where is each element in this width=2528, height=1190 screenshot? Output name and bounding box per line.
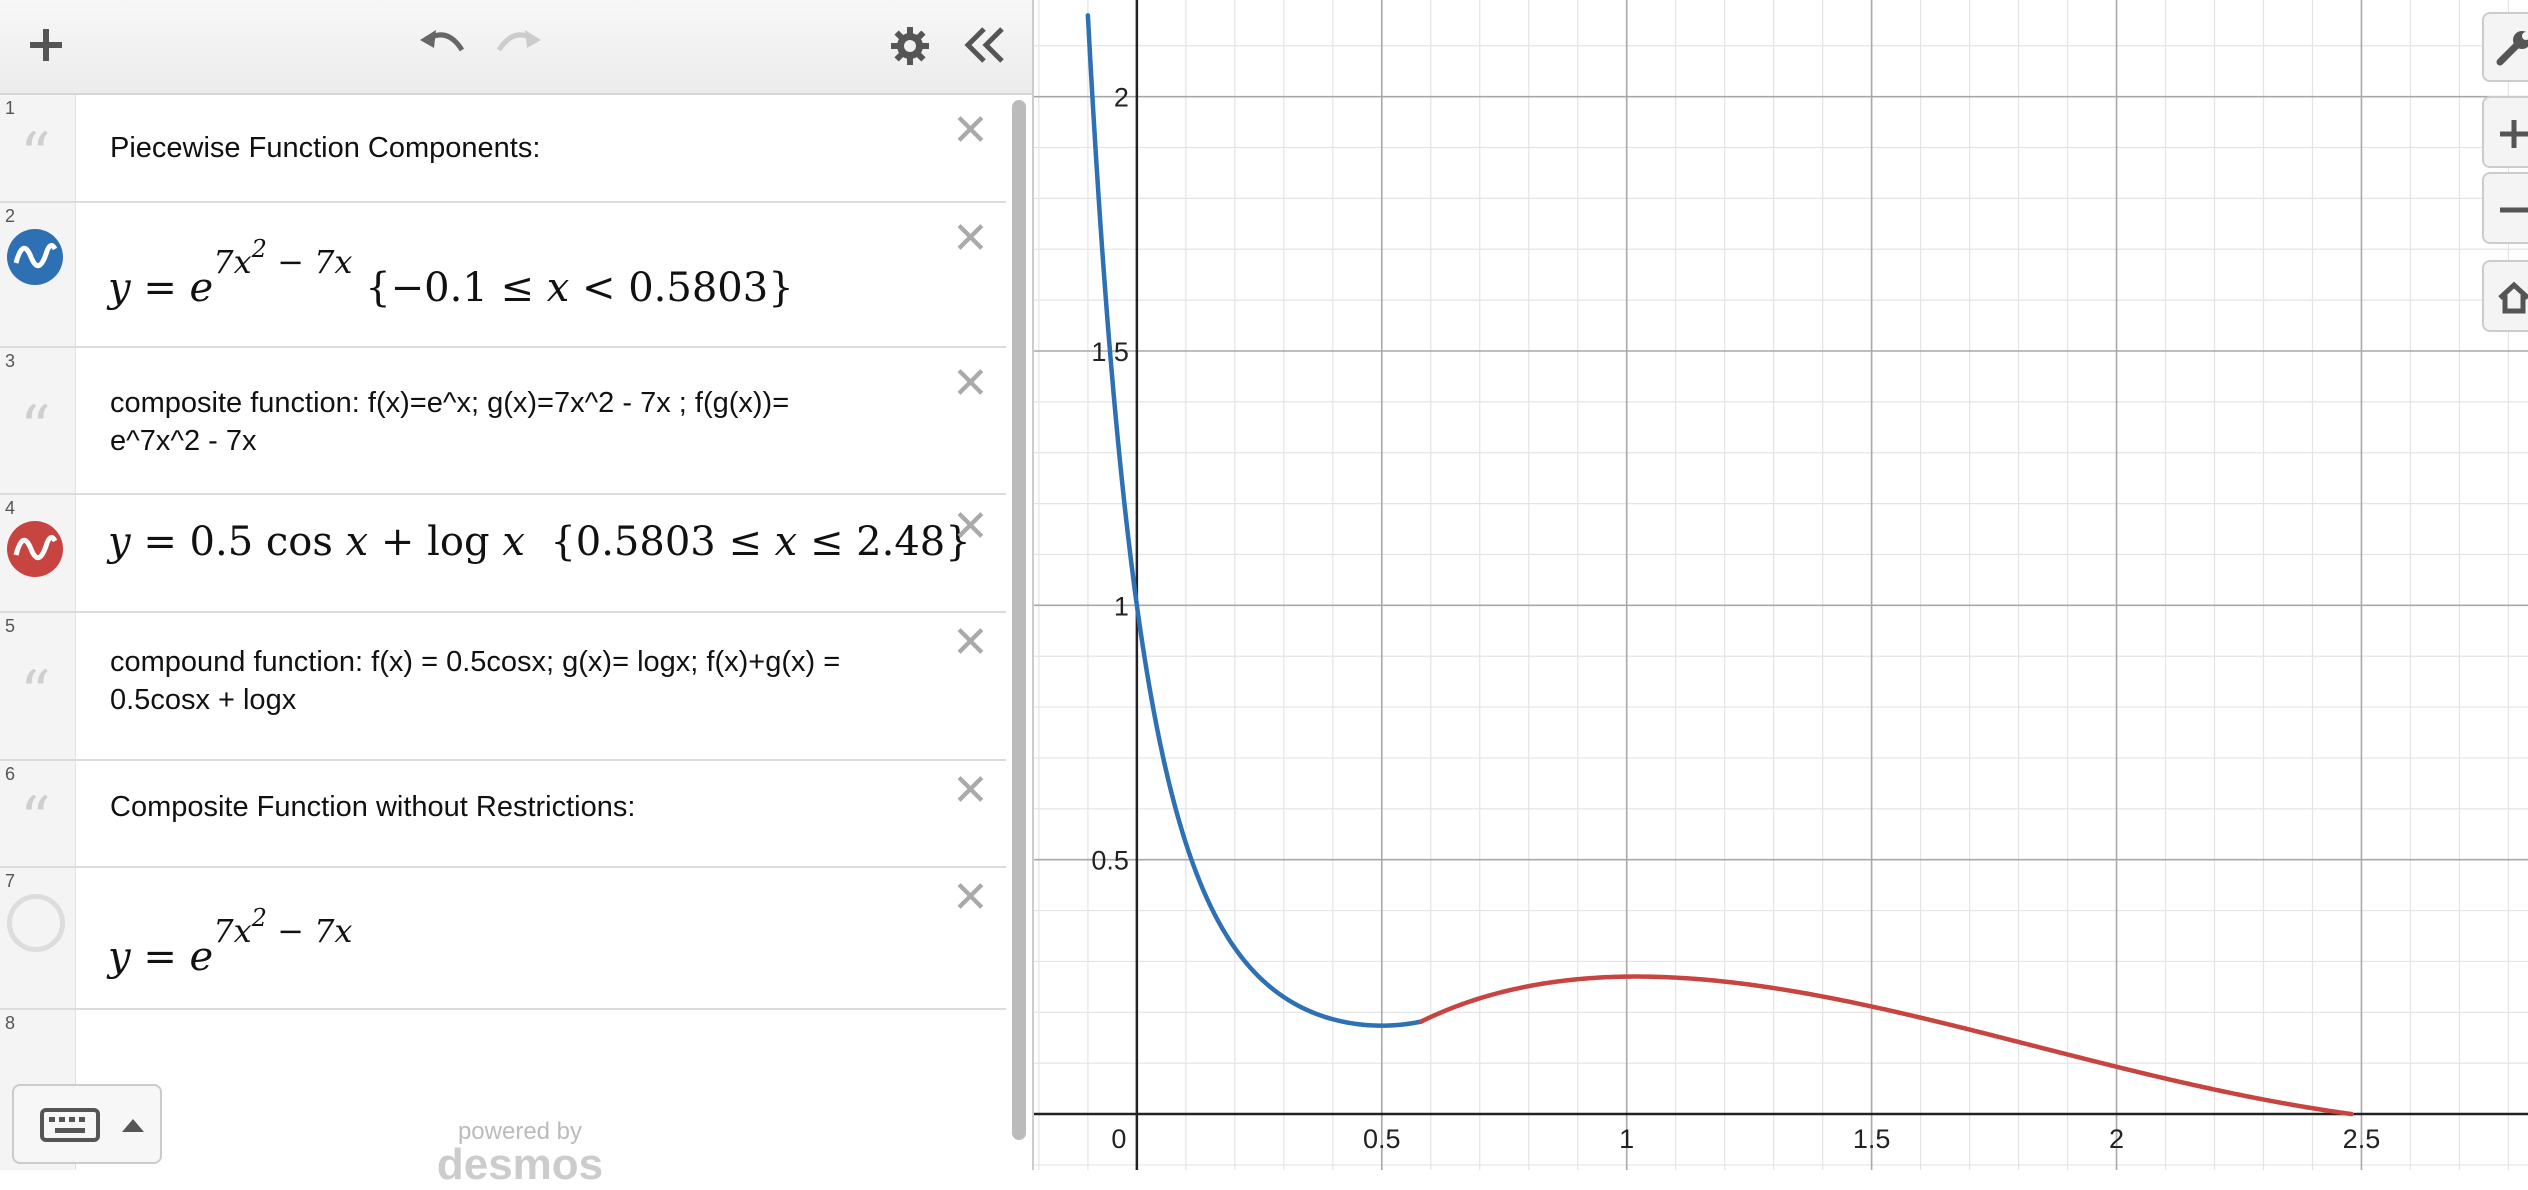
note-text[interactable]: composite function: f(x)=e^x; g(x)=7x^2 … <box>110 384 930 460</box>
row-tab[interactable]: 6 “ <box>0 761 76 866</box>
delete-expression-icon[interactable]: ✕ <box>952 362 989 406</box>
note-text[interactable]: Piecewise Function Components: <box>110 129 930 167</box>
wrench-icon <box>2496 31 2528 66</box>
note-quote-icon: “ <box>20 120 51 190</box>
gear-icon[interactable] <box>890 26 930 66</box>
row-tab[interactable]: 4 <box>0 495 76 611</box>
zoom-in-icon <box>2500 120 2528 148</box>
axes <box>1034 0 2528 1170</box>
row-tab[interactable]: 5 “ <box>0 613 76 759</box>
graph-color-toggle-icon[interactable] <box>7 894 65 952</box>
x-tick-label: 2 <box>2109 1124 2124 1154</box>
expression-row-4[interactable]: 4 y = 0.5 cos x + log x {0.5803 ≤ x ≤ 2.… <box>0 495 1006 613</box>
row-number: 2 <box>5 206 16 226</box>
expression-row-6[interactable]: 6 “ Composite Function without Restrictio… <box>0 761 1006 868</box>
expression-row-7[interactable]: 7 y = e7x2 − 7x ✕ <box>0 868 1006 1010</box>
caret-up-icon <box>122 1119 144 1132</box>
expression-row-1[interactable]: 1 “ Piecewise Function Components: ✕ <box>0 95 1006 203</box>
expression-latex[interactable]: y = e7x2 − 7x <box>108 904 352 980</box>
x-tick-label: 0 <box>1111 1124 1126 1154</box>
row-tab[interactable]: 2 <box>0 203 76 346</box>
graph-canvas[interactable]: 0 0.5 1 1.5 2 2.50.511.52 <box>1034 0 2528 1170</box>
delete-expression-icon[interactable]: ✕ <box>952 109 989 153</box>
curves <box>1085 13 2354 1117</box>
row-number: 1 <box>5 98 16 118</box>
note-quote-icon: “ <box>20 784 51 854</box>
default-viewport-button[interactable] <box>2482 260 2528 332</box>
row-number: 4 <box>5 498 16 518</box>
row-number: 3 <box>5 351 16 371</box>
x-tick-label: 0.5 <box>1363 1124 1401 1154</box>
expression-latex[interactable]: y = e7x2 − 7x {−0.1 ≤ x < 0.5803} <box>108 235 794 311</box>
expression-toolbar <box>0 0 1032 95</box>
scrollbar[interactable] <box>1012 100 1026 1140</box>
delete-expression-icon[interactable]: ✕ <box>952 769 989 813</box>
delete-expression-icon[interactable]: ✕ <box>952 217 989 261</box>
note-quote-icon: “ <box>20 658 51 728</box>
row-tab[interactable]: 1 “ <box>0 95 76 201</box>
y-tick-label: 1 <box>1114 591 1129 621</box>
delete-expression-icon[interactable]: ✕ <box>952 505 989 549</box>
graph-color-toggle-icon[interactable] <box>7 229 63 285</box>
expression-latex[interactable]: y = 0.5 cos x + log x {0.5803 ≤ x ≤ 2.48… <box>108 519 971 565</box>
delete-expression-icon[interactable]: ✕ <box>952 621 989 665</box>
redo-icon[interactable] <box>495 28 543 62</box>
expression-row-2[interactable]: 2 y = e7x2 − 7x {−0.1 ≤ x < 0.5803} ✕ <box>0 203 1006 348</box>
y-tick-label: 0.5 <box>1091 846 1129 876</box>
zoom-in-button[interactable] <box>2482 96 2528 168</box>
row-number: 6 <box>5 764 16 784</box>
plus-icon[interactable] <box>27 26 65 64</box>
row-number: 5 <box>5 616 16 636</box>
x-tick-label: 1.5 <box>1853 1124 1891 1154</box>
note-text[interactable]: Composite Function without Restrictions: <box>110 788 930 826</box>
y-tick-label: 2 <box>1114 83 1129 113</box>
curve-2 <box>1418 974 2354 1117</box>
row-number: 7 <box>5 871 16 891</box>
delete-expression-icon[interactable]: ✕ <box>952 876 989 920</box>
minor-grid <box>1034 0 2528 1170</box>
row-tab[interactable]: 3 “ <box>0 348 76 493</box>
note-quote-icon: “ <box>20 393 51 463</box>
home-icon <box>2498 281 2528 314</box>
row-number: 8 <box>5 1013 16 1033</box>
keyboard-toggle-button[interactable] <box>12 1084 162 1164</box>
x-tick-label: 2.5 <box>2343 1124 2381 1154</box>
expression-row-3[interactable]: 3 “ composite function: f(x)=e^x; g(x)=7x… <box>0 348 1006 495</box>
row-tab[interactable]: 7 <box>0 868 76 1008</box>
graph-settings-button[interactable] <box>2482 12 2528 82</box>
major-grid <box>1034 0 2528 1170</box>
undo-icon[interactable] <box>418 28 466 62</box>
x-tick-label: 1 <box>1619 1124 1634 1154</box>
zoom-out-icon <box>2500 207 2528 213</box>
expression-panel: 1 “ Piecewise Function Components: ✕ 2 y … <box>0 0 1034 1189</box>
expression-row-5[interactable]: 5 “ compound function: f(x) = 0.5cosx; g(… <box>0 613 1006 761</box>
zoom-out-button[interactable] <box>2482 172 2528 244</box>
desmos-logo[interactable]: desmos <box>420 1140 620 1190</box>
graph-color-toggle-icon[interactable] <box>7 521 63 577</box>
keyboard-icon <box>40 1108 100 1142</box>
double-chevron-left-icon[interactable] <box>964 26 1006 64</box>
note-text[interactable]: compound function: f(x) = 0.5cosx; g(x)=… <box>110 643 930 719</box>
expression-list: 1 “ Piecewise Function Components: ✕ 2 y … <box>0 95 1006 1170</box>
tick-labels: 0 0.5 1 1.5 2 2.50.511.52 <box>1091 83 2380 1154</box>
